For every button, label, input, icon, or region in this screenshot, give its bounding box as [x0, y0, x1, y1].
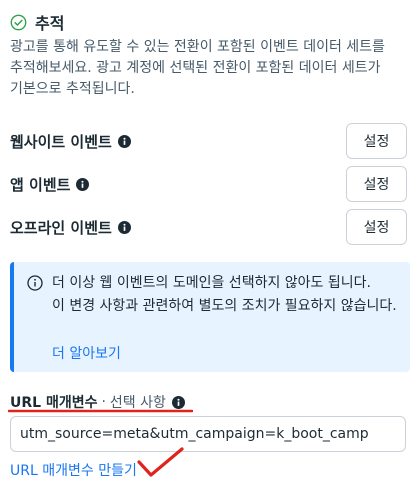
- label-separator: ·: [101, 394, 106, 410]
- info-icon[interactable]: [117, 220, 131, 234]
- info-icon[interactable]: [76, 177, 90, 191]
- notice-line: 이 변경 사항과 관련하여 별도의 조치가 필요하지 않습니다.: [52, 298, 397, 314]
- section-header: 추적: [10, 10, 64, 34]
- info-circle-outline-icon: [27, 275, 43, 291]
- description-line: 추적해보세요. 광고 계정에 선택된 전환이 포함된 데이터 세트가: [10, 60, 381, 76]
- check-circle-icon: [10, 14, 27, 30]
- website-events-settings-button[interactable]: 설정: [346, 123, 407, 159]
- app-events-label: 앱 이벤트: [10, 175, 71, 194]
- website-events-label: 웹사이트 이벤트: [10, 132, 112, 151]
- offline-events-settings-button[interactable]: 설정: [346, 209, 407, 245]
- description-line: 기본으로 추적됩니다.: [10, 81, 135, 97]
- learn-more-link[interactable]: 더 알아보기: [52, 343, 121, 363]
- url-params-builder-link[interactable]: URL 매개변수 만들기: [10, 460, 137, 480]
- description-line: 광고를 통해 유도할 수 있는 전환이 포함된 이벤트 데이터 세트를: [10, 39, 385, 55]
- offline-events-row: 오프라인 이벤트 설정: [10, 209, 407, 245]
- url-params-input[interactable]: [10, 416, 406, 452]
- info-icon[interactable]: [171, 395, 185, 409]
- red-checkmark-annotation: [137, 447, 184, 477]
- info-icon[interactable]: [117, 134, 131, 148]
- notice-banner: 더 이상 웹 이벤트의 도메인을 선택하지 않아도 됩니다. 이 변경 사항과 …: [10, 262, 410, 372]
- red-underline-annotation: [8, 409, 193, 413]
- website-events-row: 웹사이트 이벤트 설정: [10, 123, 407, 159]
- notice-line: 더 이상 웹 이벤트의 도메인을 선택하지 않아도 됩니다.: [52, 275, 371, 291]
- section-title: 추적: [35, 14, 65, 33]
- app-events-settings-button[interactable]: 설정: [346, 166, 407, 202]
- section-description: 광고를 통해 유도할 수 있는 전환이 포함된 이벤트 데이터 세트를 추적해보…: [10, 37, 410, 100]
- app-events-row: 앱 이벤트 설정: [10, 166, 407, 202]
- offline-events-label: 오프라인 이벤트: [10, 218, 112, 237]
